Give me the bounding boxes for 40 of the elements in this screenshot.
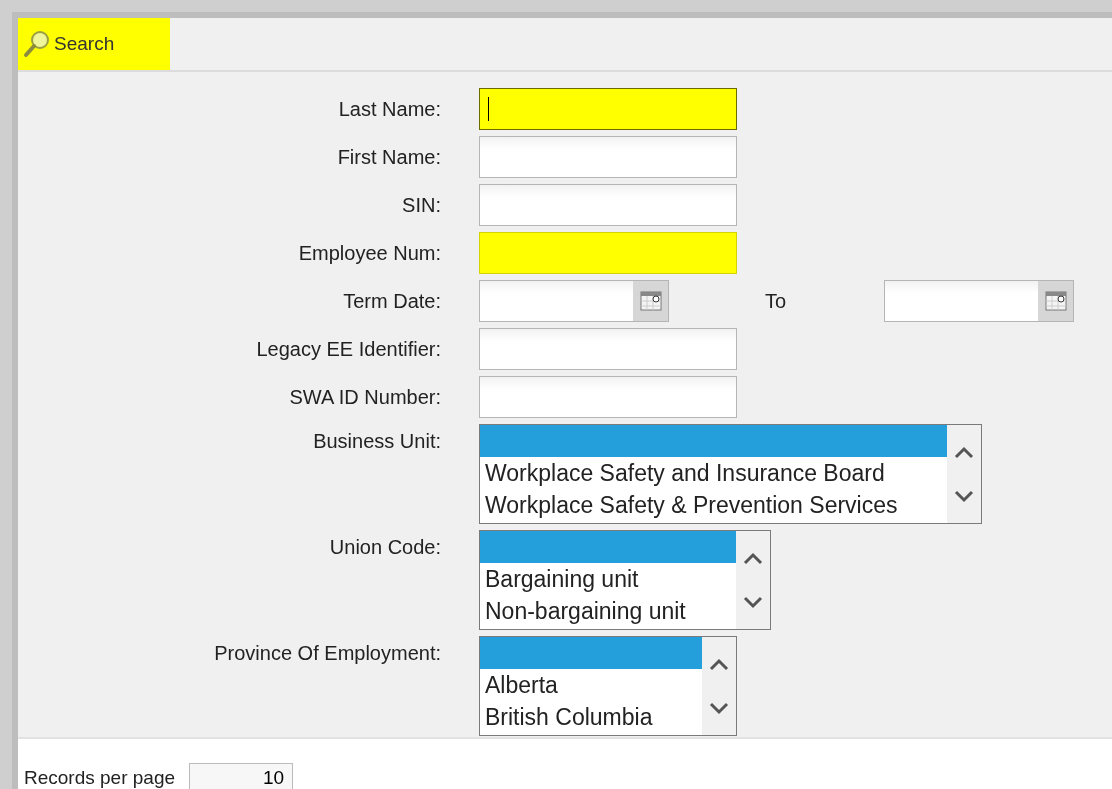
field-label: Term Date: [343,289,441,314]
date-field[interactable] [479,280,669,322]
field-label: Business Unit: [313,429,441,454]
scroll-down-icon[interactable] [708,701,731,716]
date-field[interactable] [884,280,1075,322]
list-box[interactable]: Workplace Safety and Insurance Board Workplace Safety & Prevention Services [479,424,983,524]
field-label: Province Of Employment: [214,641,441,666]
scroll-down-icon[interactable] [741,595,764,610]
scroll-up-icon[interactable] [953,444,976,459]
list-option[interactable]: British Columbia [480,701,703,733]
list-option[interactable]: Alberta [480,669,703,701]
list-option[interactable]: Workplace Safety and Insurance Board [480,457,948,489]
field-label: First Name: [337,145,441,170]
list-option[interactable]: Non-bargaining unit [480,595,736,627]
field-label: Union Code: [329,535,441,560]
scroll-up-icon[interactable] [741,550,764,565]
text-field[interactable] [479,136,737,178]
calendar-icon[interactable] [639,290,662,312]
text-field[interactable] [479,184,737,226]
calendar-icon[interactable] [1044,290,1067,312]
search-tab[interactable]: Search [18,18,170,70]
text-field[interactable] [479,88,737,130]
text-cursor [488,97,489,121]
list-option[interactable]: Bargaining unit [480,563,736,595]
field-label: SIN: [402,193,441,218]
to-label: To [765,289,787,314]
list-option[interactable]: Workplace Safety & Prevention Services [480,489,948,521]
field-label: SWA ID Number: [289,385,441,410]
records-per-page-field[interactable]: 10 [189,763,294,789]
text-field[interactable] [479,328,737,370]
search-icon [22,29,52,59]
scroll-down-icon[interactable] [953,489,976,504]
field-label: Employee Num: [298,241,441,266]
field-label: Legacy EE Identifier: [256,337,441,362]
text-field[interactable] [479,376,737,418]
list-box[interactable]: Alberta British Columbia [479,636,738,736]
list-box[interactable]: Bargaining unit Non-bargaining unit [479,530,771,630]
field-label: Last Name: [338,97,441,122]
records-per-page-label: Records per page [24,767,176,789]
scroll-up-icon[interactable] [708,656,731,671]
